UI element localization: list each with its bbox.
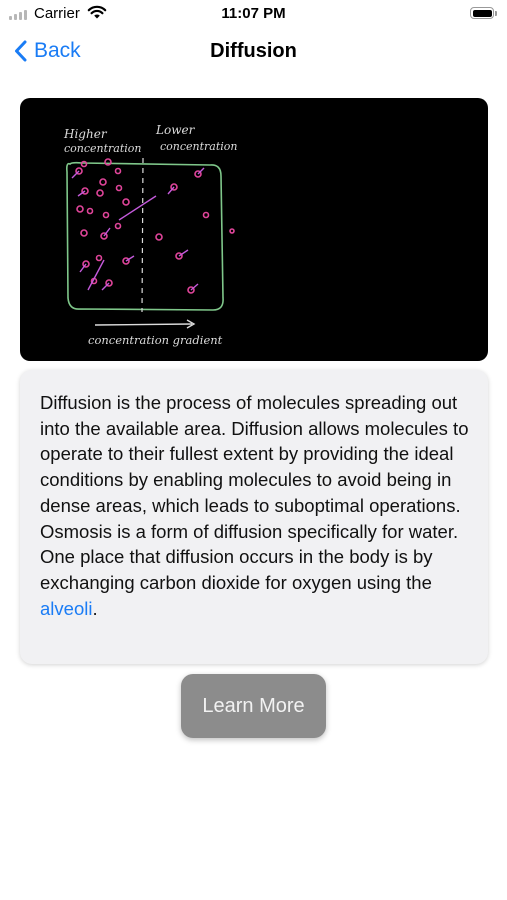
container-box (66, 161, 224, 311)
status-time: 11:07 PM (221, 5, 286, 22)
description-body: Diffusion is the process of molecules sp… (40, 392, 469, 593)
status-bar: Carrier 11:07 PM (0, 0, 507, 28)
label-lower: Lower (155, 123, 196, 137)
description-text: Diffusion is the process of molecules sp… (40, 390, 474, 621)
learn-more-button[interactable]: Learn More (181, 674, 326, 738)
label-higher: Higher (63, 127, 108, 141)
alveoli-link[interactable]: alveoli (40, 598, 92, 619)
battery-cap (495, 11, 497, 16)
molecule-arrows-right (167, 167, 205, 291)
navigation-bar: Back Diffusion (0, 30, 507, 74)
description-card: Diffusion is the process of molecules sp… (20, 370, 488, 664)
diffusion-video[interactable]: Higher concentration Lower concentration (20, 98, 488, 361)
gradient-arrow (94, 323, 193, 326)
battery-icon (470, 7, 494, 19)
label-gradient: concentration gradient (88, 333, 223, 347)
diffusion-arrows (87, 195, 157, 291)
label-lower-concentration: concentration (160, 140, 238, 153)
screen: Carrier 11:07 PM Back Diffusion Higher c… (0, 0, 507, 900)
diffusion-diagram: Higher concentration Lower concentration (63, 123, 238, 347)
description-end: . (92, 597, 98, 619)
divider-line (141, 157, 144, 313)
label-higher-concentration: concentration (64, 142, 142, 155)
page-title: Diffusion (210, 40, 297, 62)
